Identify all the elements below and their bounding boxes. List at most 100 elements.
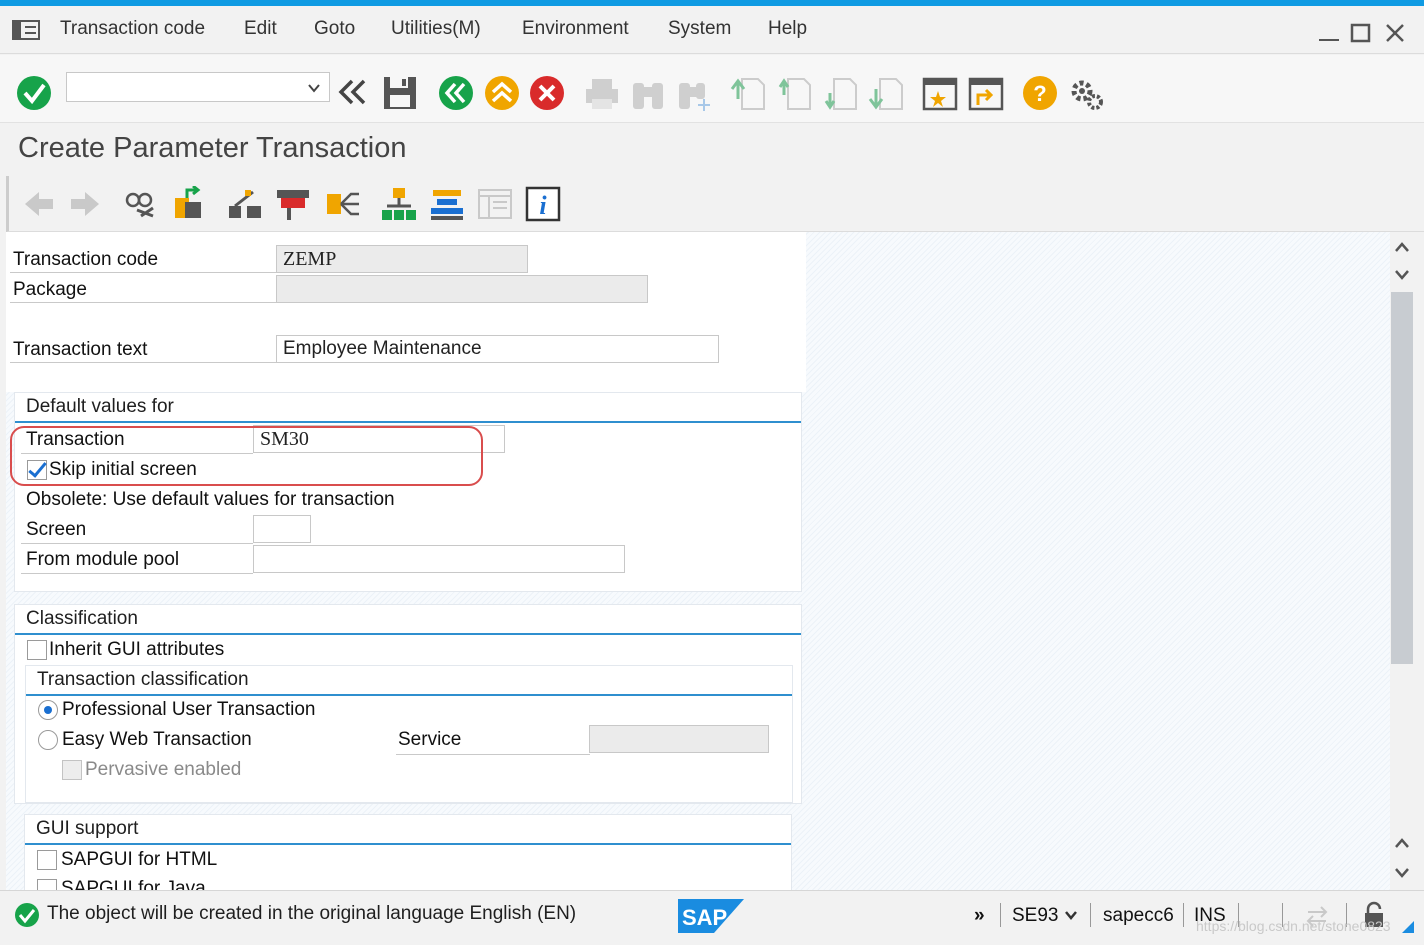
hierarchy-icon[interactable] — [381, 186, 417, 222]
group-header: Default values for — [15, 393, 801, 423]
close-icon[interactable] — [1384, 22, 1406, 44]
screen-label: Screen — [26, 519, 87, 540]
status-system: sapecc6 — [1103, 905, 1174, 926]
red-highlight-annotation — [10, 426, 483, 486]
menu-item-goto[interactable]: Goto — [314, 18, 355, 40]
arrow-right-icon[interactable] — [67, 186, 103, 222]
status-separator — [1183, 903, 1184, 927]
chevron-down-icon[interactable] — [1064, 909, 1078, 921]
professional-user-radio[interactable] — [38, 700, 58, 720]
display-change-icon[interactable] — [123, 186, 159, 222]
gui-support-group: GUI support SAPGUI for HTML SAPGUI for J… — [24, 814, 792, 890]
label-underline — [396, 754, 590, 755]
menu-item-edit[interactable]: Edit — [244, 18, 277, 40]
info-icon[interactable]: i — [525, 186, 561, 222]
command-field[interactable] — [66, 72, 330, 102]
module-pool-label: From module pool — [26, 549, 180, 570]
label-underline — [21, 573, 253, 574]
package-label: Package — [13, 279, 87, 300]
menu-item-transaction-code[interactable]: Transaction code — [60, 18, 205, 40]
where-used-icon[interactable] — [275, 186, 311, 222]
enter-icon[interactable] — [16, 75, 54, 113]
scroll-down-icon[interactable] — [1394, 268, 1410, 282]
find-icon[interactable] — [630, 77, 668, 115]
sap-logo: SAP — [678, 899, 744, 933]
title-bar: Create Parameter Transaction — [0, 124, 1424, 176]
back-icon[interactable] — [438, 75, 476, 113]
classification-header: Classification — [26, 608, 138, 629]
scroll-up-icon[interactable] — [1394, 836, 1410, 850]
inherit-gui-checkbox[interactable] — [27, 640, 47, 660]
chevron-down-icon[interactable] — [307, 81, 321, 95]
main-content: Transaction code ZEMP Package Transactio… — [6, 232, 1390, 890]
customize-layout-icon[interactable] — [1068, 75, 1106, 113]
help-icon[interactable]: ? — [1022, 75, 1060, 113]
screen-field[interactable] — [253, 515, 311, 543]
watermark-text: https://blog.csdn.net/stone0823 — [1196, 918, 1391, 934]
easy-web-label: Easy Web Transaction — [62, 729, 252, 750]
align-icon[interactable] — [429, 186, 465, 222]
layout-icon[interactable] — [477, 186, 513, 222]
transaction-text-field[interactable]: Employee Maintenance — [276, 335, 719, 363]
maximize-icon[interactable] — [1350, 22, 1372, 44]
transaction-code-label: Transaction code — [13, 249, 159, 270]
module-pool-field[interactable] — [253, 545, 625, 573]
create-session-icon[interactable] — [922, 75, 960, 113]
command-input[interactable] — [67, 73, 297, 101]
label-underline — [10, 302, 276, 303]
menu-item-utilities[interactable]: Utilities(M) — [391, 18, 481, 40]
pervasive-checkbox — [62, 760, 82, 780]
menu-item-environment[interactable]: Environment — [522, 18, 629, 40]
group-header: Classification — [15, 605, 801, 635]
menu-item-help[interactable]: Help — [768, 18, 807, 40]
menu-item-system[interactable]: System — [668, 18, 731, 40]
success-icon — [15, 903, 39, 927]
status-separator — [1000, 903, 1001, 927]
exit-icon[interactable] — [484, 75, 522, 113]
next-page-icon[interactable] — [822, 75, 860, 113]
sapgui-java-checkbox[interactable] — [37, 879, 57, 890]
expand-status-icon[interactable]: » — [974, 905, 985, 927]
back-double-arrow-icon[interactable] — [336, 77, 374, 115]
minimize-icon[interactable] — [1318, 24, 1340, 44]
object-list-icon[interactable] — [325, 186, 361, 222]
professional-user-label: Professional User Transaction — [62, 699, 316, 720]
obsolete-text: Obsolete: Use default values for transac… — [26, 489, 395, 510]
print-icon[interactable] — [584, 77, 622, 115]
application-toolbar: i — [6, 176, 1424, 232]
label-underline — [10, 362, 276, 363]
sapgui-html-checkbox[interactable] — [37, 850, 57, 870]
last-page-icon[interactable] — [868, 75, 906, 113]
easy-web-radio[interactable] — [38, 730, 58, 750]
inherit-gui-label: Inherit GUI attributes — [49, 639, 225, 660]
gui-support-header: GUI support — [36, 818, 139, 839]
transaction-text-label: Transaction text — [13, 339, 148, 360]
save-icon[interactable] — [382, 75, 420, 113]
vertical-scrollbar[interactable] — [1390, 232, 1424, 890]
transaction-code-field: ZEMP — [276, 245, 528, 273]
check-icon[interactable] — [227, 186, 263, 222]
sapgui-html-label: SAPGUI for HTML — [61, 849, 218, 870]
transaction-classification-header: Transaction classification — [37, 669, 249, 690]
service-label: Service — [398, 729, 462, 750]
scroll-up-icon[interactable] — [1394, 240, 1410, 254]
package-field — [276, 275, 648, 303]
classification-group: Classification Inherit GUI attributes Tr… — [14, 604, 802, 804]
generate-shortcut-icon[interactable] — [968, 75, 1006, 113]
status-message[interactable]: The object will be created in the origin… — [47, 903, 576, 925]
scrollbar-thumb[interactable] — [1391, 292, 1413, 664]
scroll-down-icon[interactable] — [1394, 866, 1410, 880]
status-separator — [1090, 903, 1091, 927]
resize-grip-icon[interactable] — [1402, 921, 1414, 933]
pervasive-label: Pervasive enabled — [85, 759, 242, 780]
label-underline — [10, 272, 276, 273]
group-header: Transaction classification — [26, 666, 792, 696]
arrow-left-icon[interactable] — [21, 186, 57, 222]
cancel-icon[interactable] — [529, 75, 567, 113]
previous-page-icon[interactable] — [776, 75, 814, 113]
find-next-icon[interactable] — [676, 77, 714, 115]
status-transaction[interactable]: SE93 — [1012, 905, 1058, 927]
other-object-icon[interactable] — [171, 186, 207, 222]
first-page-icon[interactable] — [730, 75, 768, 113]
menu-icon[interactable] — [12, 20, 40, 40]
